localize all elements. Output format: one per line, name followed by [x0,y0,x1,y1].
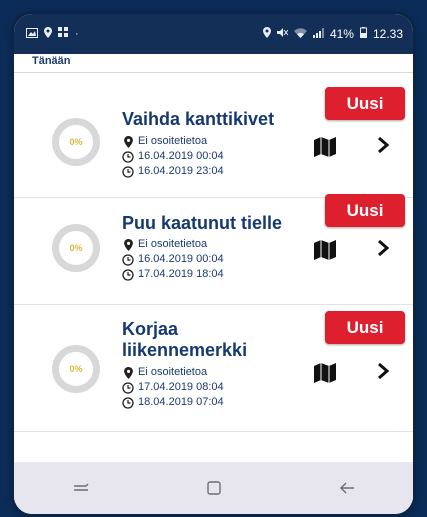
task-meta: Ei osoitetietoa 16.04.2019 00:04 16.04.2… [122,134,224,179]
status-bar: · 41% 12.33 [14,14,413,54]
start-row: 16.04.2019 00:04 [122,252,224,267]
clock-start-icon [122,150,134,163]
task-item[interactable]: 0% Korjaa liikennemerkki Ei osoitetietoa… [14,305,413,432]
task-title: Vaihda kanttikivet [122,109,275,129]
task-item[interactable]: 0% Puu kaatunut tielle Ei osoitetietoa 1… [14,194,413,305]
phone-screen: · 41% 12.33 Tänään 0% Vaihda kanttikivet… [14,14,413,514]
progress-label: 0% [69,137,83,147]
task-title: Korjaa liikennemerkki [122,319,248,360]
end-row: 16.04.2019 23:04 [122,164,224,179]
map-icon[interactable] [314,240,336,260]
location-pin-icon [122,135,134,148]
address-row: Ei osoitetietoa [122,134,224,149]
chevron-right-icon[interactable] [374,238,392,260]
mute-icon [276,27,289,41]
start-time: 16.04.2019 00:04 [138,253,224,265]
progress-ring: 0% [52,118,100,166]
progress-ring: 0% [52,224,100,272]
clock-end-icon [122,165,134,178]
home-icon[interactable] [194,473,234,503]
start-time: 17.04.2019 08:04 [138,381,224,393]
map-icon[interactable] [314,363,336,383]
start-row: 17.04.2019 08:04 [122,380,224,395]
location-icon [44,27,52,41]
location-pin-icon [122,238,134,251]
task-list: 0% Vaihda kanttikivet Ei osoitetietoa 16… [14,73,413,502]
start-row: 16.04.2019 00:04 [122,149,224,164]
task-meta: Ei osoitetietoa 17.04.2019 08:04 18.04.2… [122,365,224,410]
task-item[interactable]: 0% Vaihda kanttikivet Ei osoitetietoa 16… [14,73,413,198]
end-row: 17.04.2019 18:04 [122,267,224,282]
status-badge: Uusi [325,194,405,227]
dot-icon: · [75,28,79,40]
address-row: Ei osoitetietoa [122,365,224,380]
end-time: 17.04.2019 18:04 [138,268,224,280]
recent-apps-icon[interactable] [61,473,101,503]
gallery-icon [26,27,38,41]
clock-end-icon [122,396,134,409]
map-icon[interactable] [314,137,336,157]
clock: 12.33 [372,27,403,41]
android-nav-bar [14,462,413,514]
clock-start-icon [122,253,134,266]
progress-ring: 0% [52,345,100,393]
address-row: Ei osoitetietoa [122,237,224,252]
apps-icon [58,27,69,41]
status-badge: Uusi [325,311,405,344]
chevron-right-icon[interactable] [374,135,392,157]
end-row: 18.04.2019 07:04 [122,395,224,410]
chevron-right-icon[interactable] [374,361,392,383]
task-meta: Ei osoitetietoa 16.04.2019 00:04 17.04.2… [122,237,224,282]
address: Ei osoitetietoa [138,238,208,250]
clock-end-icon [122,268,134,281]
location-icon [262,27,271,41]
status-badge: Uusi [325,87,405,120]
end-time: 18.04.2019 07:04 [138,396,224,408]
section-header: Tänään [14,54,413,73]
end-time: 16.04.2019 23:04 [138,165,224,177]
progress-label: 0% [69,364,83,374]
battery-percent: 41% [329,27,354,41]
address: Ei osoitetietoa [138,135,208,147]
clock-start-icon [122,381,134,394]
task-title: Puu kaatunut tielle [122,213,283,233]
signal-icon [312,27,324,41]
battery-icon [359,27,367,41]
start-time: 16.04.2019 00:04 [138,150,224,162]
progress-label: 0% [69,243,83,253]
address: Ei osoitetietoa [138,366,208,378]
wifi-icon [293,27,307,41]
location-pin-icon [122,366,134,379]
back-icon[interactable] [327,473,367,503]
